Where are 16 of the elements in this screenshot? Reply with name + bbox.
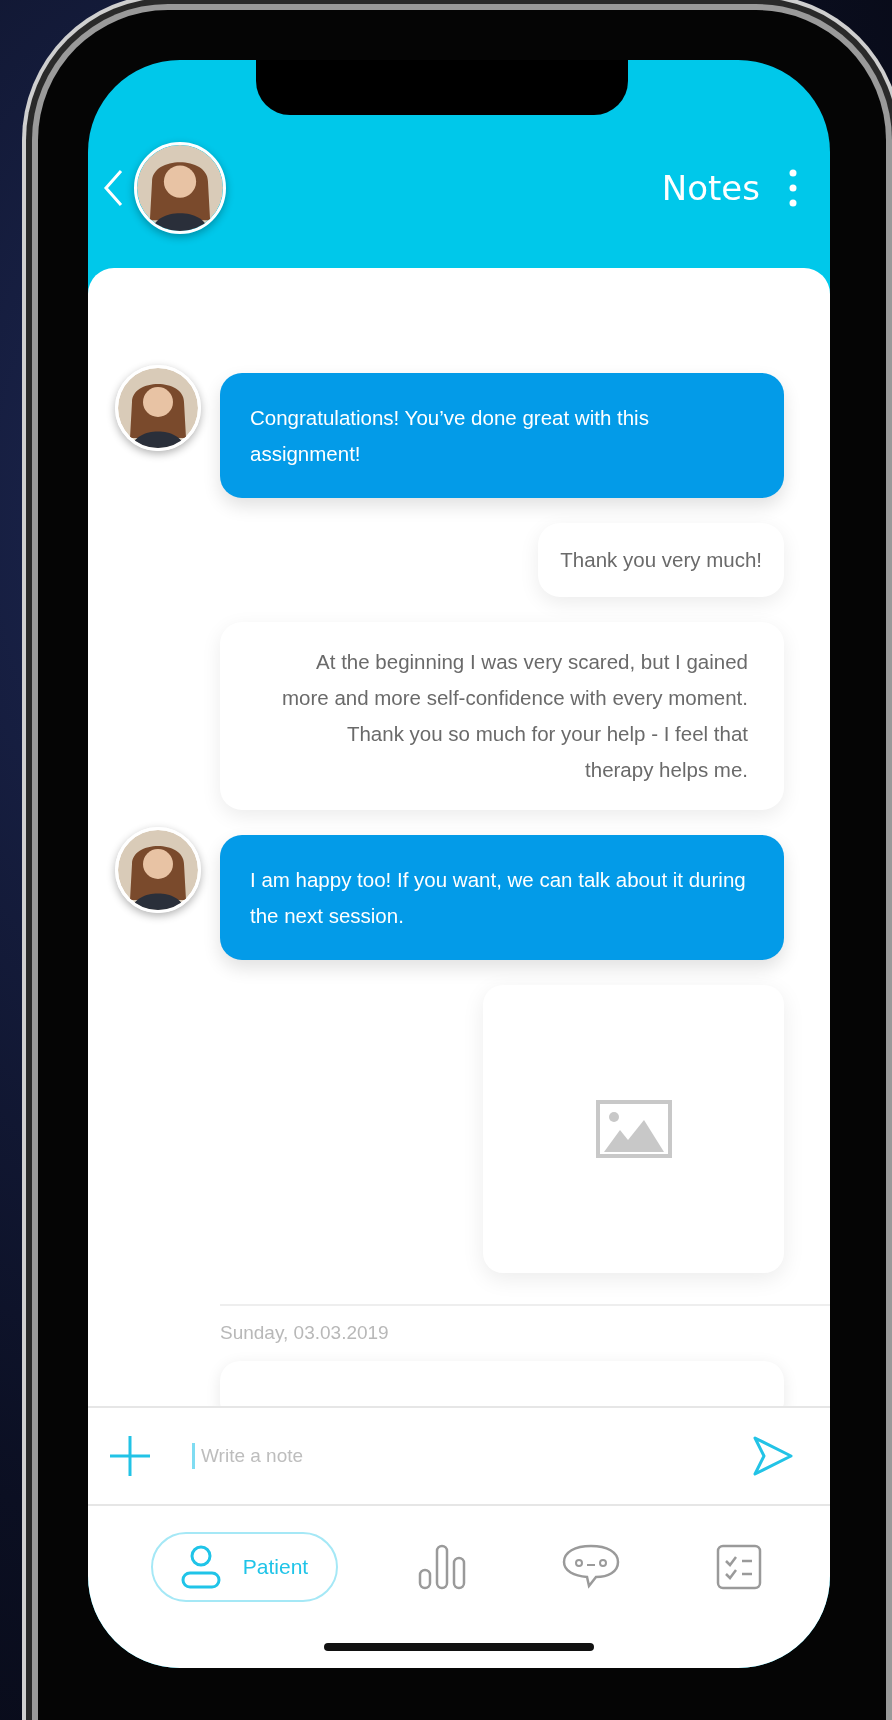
avatar[interactable] [134,142,226,234]
message-bubble: Thank you very much! [538,523,784,597]
checklist-icon [716,1544,762,1590]
chat-icon [562,1544,620,1590]
message-bubble: I am happy too! If you want, we can talk about it during the next session. [220,835,784,960]
image-card[interactable] [483,985,784,1273]
person-icon [180,1545,221,1589]
image-placeholder-icon [595,1100,672,1158]
add-button[interactable] [108,1434,152,1478]
message-bubble: Congratulations! You’ve done great with this assignment! [220,373,784,498]
screen-title: Notes [661,168,760,208]
avatar[interactable] [115,827,201,913]
bar-chart-icon [418,1544,466,1590]
date-label: Sunday, 03.03.2019 [220,1322,390,1344]
message-bubble: At the beginning I was very scared, but I gained more and more self-confidence with every moment. Thank you so much for your help - I feel that therapy helps me. [220,622,784,810]
avatar[interactable] [115,365,201,451]
